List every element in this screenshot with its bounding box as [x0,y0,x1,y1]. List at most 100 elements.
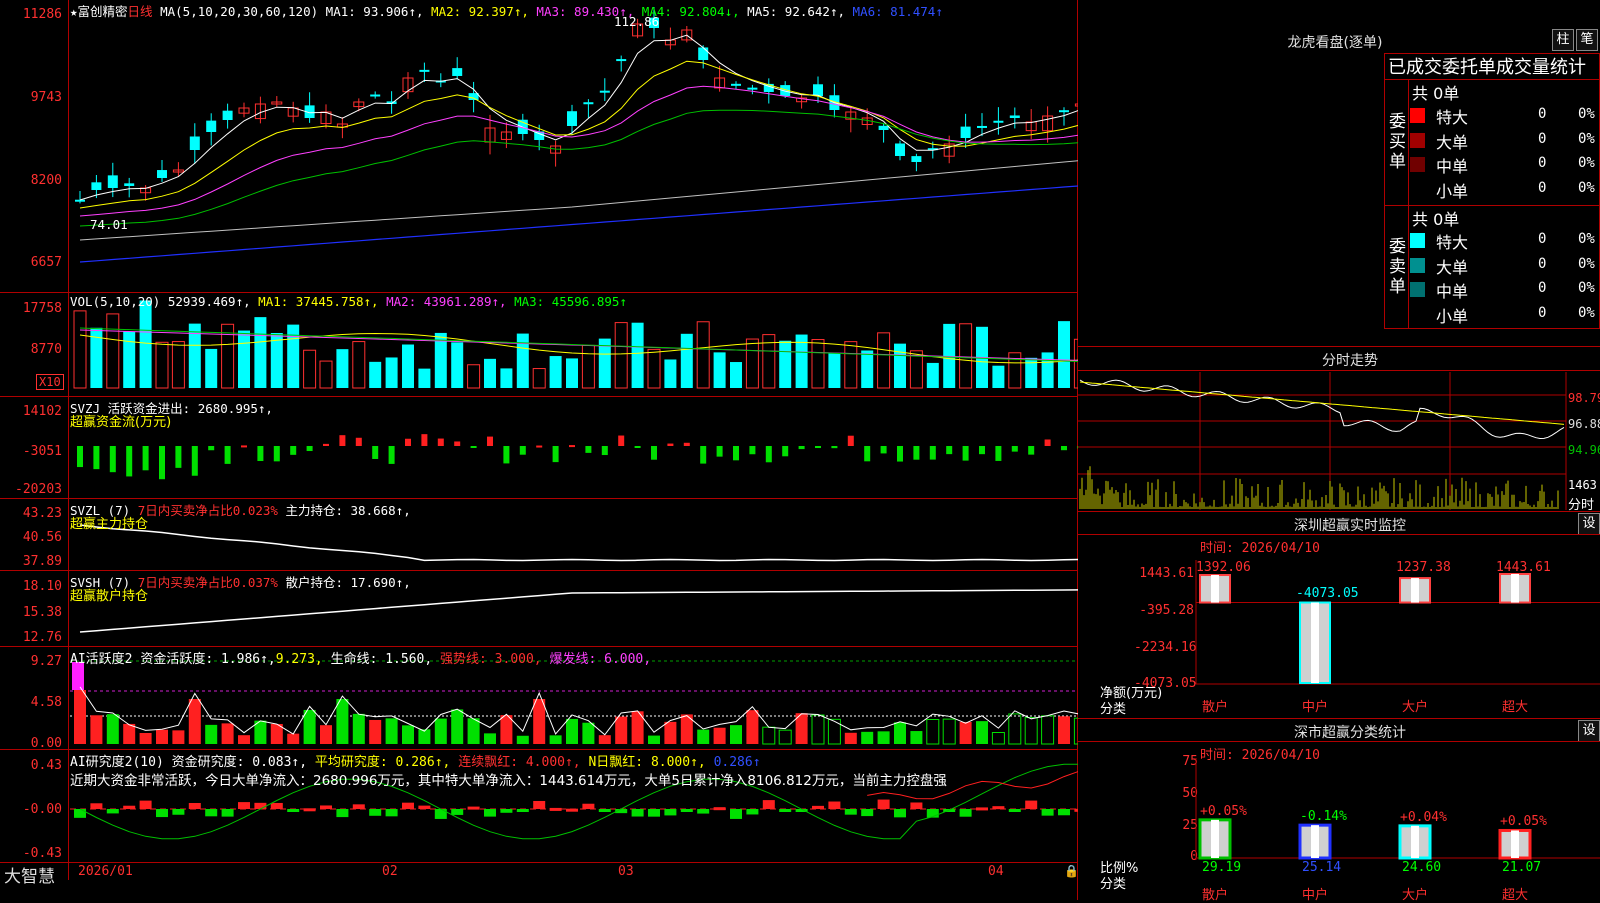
right-divider [1078,346,1600,347]
fund-flow-bar [552,446,559,463]
ai-research-desc4: N日飘红: 8.000↑, [588,755,706,770]
ratio-bar-highlight [1511,830,1519,858]
candle-body [222,110,233,120]
candle-body [616,59,627,62]
category-label: 超大 [1502,888,1529,903]
color-swatch [1410,257,1425,273]
candle-body [206,120,217,132]
ai-active-desc2: 9.273, [275,652,323,667]
research-bar [549,807,562,811]
date-axis-label: 02 [382,864,398,879]
svzl-axis-label: 37.89 [22,554,62,569]
retail-holding-line [79,589,1078,633]
activity-bar [615,716,628,744]
fund-flow-bar [159,446,165,480]
color-swatch [1410,132,1425,148]
fund-flow-bar [503,446,510,464]
activity-bar [172,730,185,744]
candle-body [993,120,1004,123]
research-bar [959,809,972,817]
activity-bar [238,735,250,744]
vol-header: VOL(5,10,20) 52939.469↑, MA1: 37445.758↑… [70,294,627,309]
ai-research-axis-label: -0.00 [22,802,62,817]
ai-research-header: AI研究度2(10) 资金研究度: 0.083↑, 平均研究度: 0.286↑,… [70,751,761,770]
research-bar [730,809,742,819]
fund-flow-bar [454,441,461,446]
order-size-label: 中单 [1436,157,1469,176]
fund-flow-bar [765,446,772,463]
net-flow-value: -4073.05 [1296,586,1359,601]
candle-body [452,68,463,76]
activity-bar [746,710,759,744]
volume-bar [73,310,87,389]
fund-flow-bar [273,446,280,462]
monitor-settings-button[interactable]: 设 [1578,513,1600,535]
volume-bar [270,333,283,388]
volume-bar [205,348,218,388]
net-flow-bar-highlight [1411,578,1419,603]
activity-bar [74,690,86,744]
sell-label: 委卖单 [1389,237,1406,297]
activity-bar [991,732,1005,745]
net-flow-value: 1392.06 [1196,560,1251,575]
fund-flow-bar [831,446,838,449]
fund-flow-bar [93,446,100,470]
vol-unit-badge[interactable]: X10 [36,374,64,390]
price-axis-label: 6657 [30,255,62,270]
category-label: 大户 [1402,888,1429,903]
lock-icon[interactable]: 🔒 [1064,864,1079,878]
order-size-label: 小单 [1436,181,1469,201]
research-bar [106,809,119,814]
activity-bar [778,729,792,745]
research-bar [697,809,710,814]
ratio-bar [1498,828,1532,860]
bar-mode-button[interactable]: 柱 [1552,29,1574,51]
category-label: 散户 [1202,888,1229,903]
volume-bar [549,356,562,388]
fund-flow-bar [355,437,362,446]
order-row: 中单 0 0% [1410,278,1600,302]
activity-bar [926,718,940,745]
monitor-xlabel: 分类 [1100,702,1127,717]
fund-flow-bar [716,446,723,457]
fund-flow-bar [257,446,264,462]
activity-bar [156,729,168,744]
net-flow-value: 1237.38 [1396,560,1451,575]
ma1-value: MA1: 93.906↑, [325,4,424,19]
main-header: ★富创精密日线 MA(5,10,20,30,60,120) MA1: 93.90… [70,1,943,20]
ma-line [79,160,1078,241]
ratio-value: 29.19 [1202,860,1242,875]
period-label[interactable]: 日线 [128,4,153,19]
fund-flow-bar [667,443,674,446]
ai-active-desc4: 强势线: 3.000, [440,652,542,667]
color-swatch [1410,282,1425,297]
favorite-star-icon[interactable]: ★ [70,4,78,19]
buy-total: 共 0单 [1412,84,1460,103]
candle-body [583,102,594,105]
order-count: 0 [1538,155,1547,171]
classify-settings-button[interactable]: 设 [1578,720,1600,742]
order-size-label: 特大 [1436,233,1469,252]
ratio-value: 21.07 [1502,860,1542,875]
fund-flow-bar [339,435,346,446]
ai-active-desc1: 资金活跃度: 1.986↑, [140,652,276,667]
ratio-change: -0.14% [1300,809,1347,825]
intraday-axis-label: 94.96 [1568,443,1600,457]
volume-bar [106,313,120,389]
volume-bar [484,358,496,388]
fund-flow-bar [1077,446,1078,449]
svzj-axis-label: -20203 [15,482,62,497]
volume-bar [287,324,300,388]
research-bar [156,809,168,818]
svzj-title: 超赢资金流(万元) [70,415,172,430]
fund-flow-bar [913,446,920,460]
order-size-label: 中单 [1436,282,1469,301]
volume-bar [730,362,742,388]
order-row: 小单 0 0% [1410,178,1600,202]
tick-mode-button[interactable]: 笔 [1576,29,1598,51]
volume-bar [811,339,825,389]
volume-bar [221,323,235,389]
volume-bar [238,330,250,388]
fund-flow-bar [421,434,428,446]
ma-line [79,109,1078,227]
